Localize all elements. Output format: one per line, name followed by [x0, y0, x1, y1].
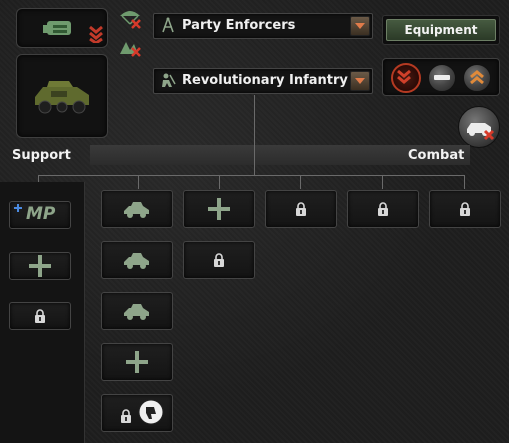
template-dropdown-label: Revolutionary Infantry	[182, 73, 348, 88]
combat-slot-locked-special	[101, 394, 173, 432]
minus-icon	[434, 75, 450, 80]
remove-button[interactable]	[428, 64, 456, 92]
tree-line	[464, 175, 465, 189]
equipment-button[interactable]: Equipment	[386, 19, 496, 41]
military-police-icon: MP	[26, 204, 56, 224]
support-slot-locked	[9, 302, 71, 330]
support-slot-add[interactable]	[9, 252, 71, 280]
doctrine-dropdown-label: Party Enforcers	[182, 18, 296, 33]
lock-icon	[460, 202, 470, 216]
tree-line	[300, 175, 301, 189]
armored-car-delete-icon	[467, 123, 495, 141]
template-dropdown[interactable]: Revolutionary Infantry	[153, 68, 373, 94]
support-slot-military-police[interactable]: MP	[9, 201, 71, 229]
soldier-icon	[162, 73, 176, 87]
chevron-down-icon	[397, 69, 411, 84]
division-portrait-frame	[16, 54, 108, 138]
mountain-disabled-icon	[120, 42, 141, 57]
combat-slot-locked	[183, 241, 255, 279]
plus-small-icon	[14, 204, 22, 212]
doctrine-dropdown[interactable]: Party Enforcers	[153, 13, 373, 39]
combat-slot-armored-car[interactable]	[101, 241, 173, 279]
division-symbol-frame[interactable]	[16, 8, 108, 48]
combat-slot-add[interactable]	[101, 343, 173, 381]
armored-car-icon	[124, 202, 149, 218]
raise-priority-button[interactable]	[463, 64, 491, 92]
armored-car-icon	[124, 253, 149, 269]
combat-label: Combat	[408, 148, 465, 163]
chevron-rank-icon	[89, 25, 103, 43]
priority-buttons-frame	[382, 58, 500, 96]
tree-line	[382, 175, 383, 189]
combat-slot-locked	[347, 190, 419, 228]
delete-template-button[interactable]	[458, 106, 500, 148]
equipment-button-frame: Equipment	[382, 15, 500, 45]
chevron-down-icon[interactable]	[350, 71, 370, 91]
compass-icon	[162, 17, 174, 33]
lower-priority-button[interactable]	[391, 63, 421, 93]
tree-line	[254, 95, 255, 175]
armored-car-icon	[124, 304, 149, 320]
lock-icon	[35, 309, 45, 323]
armored-car-portrait	[35, 81, 89, 114]
lock-icon	[296, 202, 306, 216]
dislike-icon	[138, 399, 164, 425]
lock-icon	[214, 253, 224, 267]
parachute-disabled-icon	[120, 11, 141, 29]
division-designer-panel: Party Enforcers Equipment Revolutionary …	[0, 0, 509, 443]
tree-line	[219, 175, 220, 189]
combat-slot-locked	[265, 190, 337, 228]
support-label: Support	[12, 148, 71, 163]
combat-slot-armored-car[interactable]	[101, 190, 173, 228]
combat-slot-armored-car[interactable]	[101, 292, 173, 330]
combat-slot-add[interactable]	[183, 190, 255, 228]
tree-line	[138, 175, 139, 189]
combat-slot-locked	[429, 190, 501, 228]
chevron-up-icon	[470, 70, 484, 85]
tree-line	[38, 175, 465, 176]
lock-icon	[378, 202, 388, 216]
chevron-down-icon[interactable]	[350, 16, 370, 36]
fist-icon	[43, 21, 71, 35]
lock-icon	[121, 409, 131, 423]
